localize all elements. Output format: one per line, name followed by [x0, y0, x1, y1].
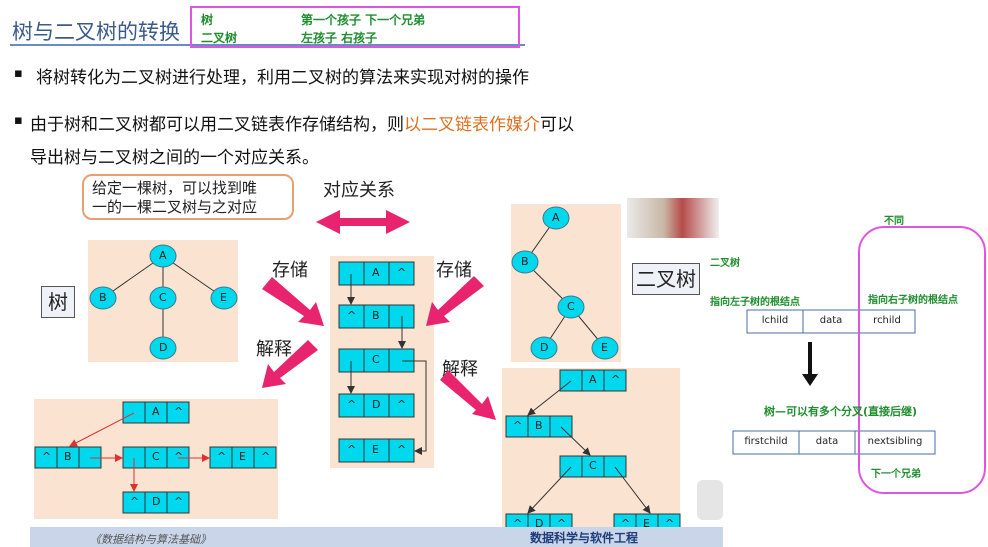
null-mark: ^ [347, 398, 357, 411]
note-left-root: 指向左子树的根结点 [710, 297, 800, 308]
null-mark: ^ [397, 266, 407, 279]
store-arrow-right [426, 276, 484, 326]
null-mark: ^ [513, 419, 523, 432]
tree-node-a: A [159, 249, 167, 262]
null-mark: ^ [347, 309, 357, 322]
bintree-edges [524, 217, 606, 349]
field-data-2: data [815, 436, 839, 447]
storage-d: D [152, 495, 161, 508]
down-arrow [802, 342, 818, 386]
null-mark: ^ [174, 495, 184, 508]
video-play-control[interactable] [697, 480, 723, 520]
null-mark: ^ [174, 405, 184, 418]
null-mark: ^ [611, 373, 621, 386]
null-mark: ^ [397, 443, 407, 456]
storage-c: C [152, 450, 160, 463]
field-nextsibling: nextsibling [867, 436, 923, 447]
tree-node-e: E [220, 291, 227, 304]
null-mark: ^ [397, 398, 407, 411]
footer-book-title: 《数据结构与算法基础》 [90, 533, 211, 546]
tree-node-d: D [159, 341, 168, 354]
note-right-root: 指向右子树的根结点 [868, 295, 958, 306]
null-mark: ^ [347, 443, 357, 456]
middle-list-c: C [372, 353, 380, 366]
bstorage-b: B [535, 419, 543, 432]
null-mark: ^ [174, 450, 184, 463]
interpret-arrow-right [440, 370, 496, 420]
note-different: 不同 [884, 216, 904, 227]
bintree-node-d: D [540, 341, 549, 354]
tree-node-c: C [159, 291, 167, 304]
bintree-node-c: C [567, 300, 575, 313]
middle-list-d: D [372, 398, 381, 411]
store-arrow-left [262, 277, 324, 326]
bintree-node-a: A [552, 211, 560, 224]
bintree-storage-links [527, 380, 651, 514]
bstorage-a: A [589, 373, 597, 386]
bintree-storage-cells [505, 369, 681, 536]
null-mark: ^ [261, 450, 271, 463]
field-data: data [819, 315, 843, 326]
storage-a: A [152, 405, 160, 418]
diagram-canvas [34, 206, 936, 536]
null-mark: ^ [42, 450, 52, 463]
footer-school: 数据科学与软件工程 [530, 531, 639, 545]
note-next-sibling: 下一个兄弟 [871, 469, 921, 480]
field-rchild: rchild [873, 315, 901, 326]
storage-b: B [64, 450, 72, 463]
middle-list-e: E [372, 443, 379, 456]
note-bintree: 二叉树 [710, 258, 740, 269]
bintree-node-b: B [521, 255, 529, 268]
bstorage-c: C [589, 459, 597, 472]
middle-list-b: B [372, 309, 380, 322]
field-lchild: lchild [761, 315, 789, 326]
tree-node-b: B [99, 291, 107, 304]
bintree-node-e: E [601, 341, 608, 354]
note-tree-desc: 树—可以有多个分叉(直接后继) [764, 405, 918, 418]
bintree-nodes [511, 206, 619, 360]
middle-list-a: A [372, 266, 380, 279]
field-firstchild: firstchild [744, 436, 788, 447]
storage-e: E [239, 450, 246, 463]
interpret-arrow-left [262, 340, 318, 388]
double-arrow [316, 210, 410, 234]
null-mark: ^ [217, 450, 227, 463]
null-mark: ^ [130, 495, 140, 508]
